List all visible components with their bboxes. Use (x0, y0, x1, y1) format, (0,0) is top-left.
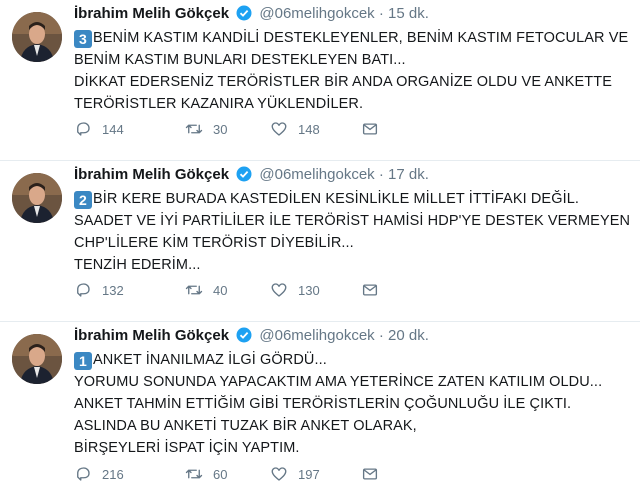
tweet-text: 3 BENİM KASTIM KANDİLİ DESTEKLEYENLER, BE… (74, 27, 630, 115)
tweet-feed: İbrahim Melih Gökçek @06melihgokcek · 15… (0, 0, 640, 500)
tweet-actions: 132 40 130 (74, 281, 379, 299)
tweet-text-line: 1 ANKET İNANILMAZ İLGİ GÖRDÜ... (74, 349, 630, 371)
tweet-text-line: ANKET TAHMİN ETTİĞİM GİBİ TERÖRİSTLERİN … (74, 396, 572, 412)
tweet-text-line: TERÖRİSTLER KAZANIRA YÜKLENDİLER. (74, 96, 364, 112)
tweet-actions: 144 30 148 (74, 120, 379, 138)
tweet-text-line: YORUMU SONUNDA YAPACAKTIM AMA YETERİNCE … (74, 374, 603, 390)
tweet[interactable]: İbrahim Melih Gökçek @06melihgokcek · 20… (0, 322, 640, 500)
like-button[interactable]: 197 (270, 465, 361, 483)
separator-dot: · (378, 5, 384, 22)
retweet-icon (185, 124, 203, 134)
tweet-text: 1 ANKET İNANILMAZ İLGİ GÖRDÜ... YORUMU SO… (74, 349, 630, 459)
author-handle[interactable]: @06melihgokcek (259, 327, 374, 344)
reply-icon (77, 467, 90, 481)
retweet-button[interactable]: 60 (185, 465, 270, 483)
tweet-text-line: SAADET VE İYİ PARTİLİLER İLE TERÖRİST HA… (74, 213, 631, 229)
reply-button[interactable]: 216 (74, 465, 185, 483)
reply-button[interactable]: 144 (74, 120, 185, 138)
avatar[interactable] (12, 173, 62, 223)
tweet-header: İbrahim Melih Gökçek @06melihgokcek · 20… (74, 326, 630, 346)
reply-button[interactable]: 132 (74, 281, 185, 299)
author-name[interactable]: İbrahim Melih Gökçek (74, 5, 229, 22)
tweet-text-line: 3 BENİM KASTIM KANDİLİ DESTEKLEYENLER, BE… (74, 27, 630, 49)
like-button[interactable]: 148 (270, 120, 361, 138)
retweet-count: 30 (213, 121, 228, 137)
like-icon (271, 283, 287, 297)
timestamp[interactable]: 15 dk. (388, 5, 429, 22)
tweet-actions: 216 60 197 (74, 465, 379, 483)
author-handle[interactable]: @06melihgokcek (259, 166, 374, 183)
verified-badge-icon (236, 166, 252, 182)
message-button[interactable] (361, 465, 379, 483)
retweet-icon (185, 285, 203, 295)
tweet-header: İbrahim Melih Gökçek @06melihgokcek · 17… (74, 165, 630, 185)
retweet-count: 60 (213, 466, 228, 482)
verified-badge-icon (236, 5, 252, 21)
message-icon (362, 468, 378, 480)
like-count: 197 (298, 466, 320, 482)
message-button[interactable] (361, 120, 379, 138)
author-name[interactable]: İbrahim Melih Gökçek (74, 166, 229, 183)
tweet-text-line: 2 BİR KERE BURADA KASTEDİLEN KESİNLİKLE M… (74, 188, 630, 210)
separator-dot: · (378, 166, 384, 183)
keycap-number-icon: 1 (74, 352, 92, 370)
like-icon (271, 467, 287, 481)
like-count: 130 (298, 282, 320, 298)
retweet-icon (185, 469, 203, 479)
retweet-button[interactable]: 30 (185, 120, 270, 138)
reply-count: 144 (102, 121, 124, 137)
author-handle[interactable]: @06melihgokcek (259, 5, 374, 22)
tweet-text-line: CHP'LİLERE KİM TERÖRİST DİYEBİLİR... (74, 235, 354, 251)
tweet-text-line: ASLINDA BU ANKETİ TUZAK BİR ANKET OLARAK… (74, 418, 417, 434)
retweet-count: 40 (213, 282, 228, 298)
timestamp[interactable]: 17 dk. (388, 166, 429, 183)
tweet-text-line: DİKKAT EDERSENİZ TERÖRİSTLER BİR ANDA OR… (74, 74, 612, 90)
retweet-button[interactable]: 40 (185, 281, 270, 299)
avatar[interactable] (12, 12, 62, 62)
reply-count: 216 (102, 466, 124, 482)
tweet-text-line: BİRŞEYLERİ İSPAT İÇİN YAPTIM. (74, 440, 300, 456)
avatar[interactable] (12, 334, 62, 384)
tweet-header: İbrahim Melih Gökçek @06melihgokcek · 15… (74, 4, 630, 24)
keycap-number-icon: 2 (74, 191, 92, 209)
separator-dot: · (378, 327, 384, 344)
tweet-text-line: BENİM KASTIM BUNLARI DESTEKLEYEN BATI... (74, 52, 406, 68)
message-button[interactable] (361, 281, 379, 299)
like-button[interactable]: 130 (270, 281, 361, 299)
like-icon (271, 122, 287, 136)
tweet[interactable]: İbrahim Melih Gökçek @06melihgokcek · 17… (0, 161, 640, 322)
like-count: 148 (298, 121, 320, 137)
message-icon (362, 284, 378, 296)
timestamp[interactable]: 20 dk. (388, 327, 429, 344)
keycap-number-icon: 3 (74, 30, 92, 48)
reply-count: 132 (102, 282, 124, 298)
reply-icon (77, 283, 90, 297)
tweet[interactable]: İbrahim Melih Gökçek @06melihgokcek · 15… (0, 0, 640, 161)
verified-badge-icon (236, 327, 252, 343)
tweet-text-line: TENZİH EDERİM... (74, 257, 201, 273)
message-icon (362, 123, 378, 135)
author-name[interactable]: İbrahim Melih Gökçek (74, 327, 229, 344)
tweet-text: 2 BİR KERE BURADA KASTEDİLEN KESİNLİKLE M… (74, 188, 630, 276)
reply-icon (77, 122, 90, 136)
